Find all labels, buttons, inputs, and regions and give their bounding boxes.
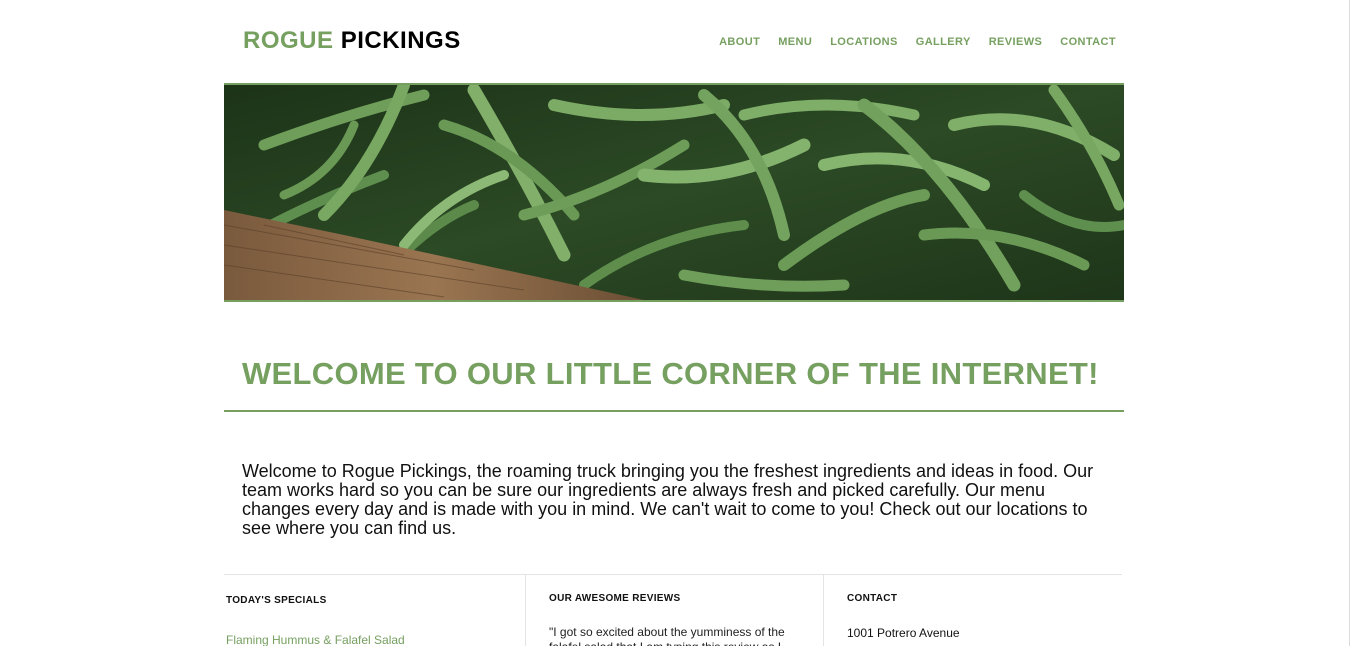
main-nav: ABOUT MENU LOCATIONS GALLERY REVIEWS CON… [719,36,1116,48]
nav-reviews[interactable]: REVIEWS [989,36,1043,48]
specials-column: TODAY'S SPECIALS Flaming Hummus & Falafe… [224,575,525,646]
green-beans-illustration [224,85,1124,300]
intro-paragraph: Welcome to Rogue Pickings, the roaming t… [242,461,1094,538]
review-quote: "I got so excited about the yumminess of… [549,625,785,646]
logo-pickings: PICKINGS [340,27,461,54]
nav-about[interactable]: ABOUT [719,36,760,48]
logo-rogue: ROGUE [243,27,334,54]
contact-address: 1001 Potrero Avenue [847,626,960,640]
reviews-column: OUR AWESOME REVIEWS "I got so excited ab… [525,575,824,646]
site-logo[interactable]: ROGUE PICKINGS [243,27,461,55]
nav-locations[interactable]: LOCATIONS [830,36,898,48]
nav-menu[interactable]: MENU [778,36,812,48]
welcome-title: WELCOME TO OUR LITTLE CORNER OF THE INTE… [242,356,1099,391]
contact-column: CONTACT 1001 Potrero Avenue [823,575,1123,646]
welcome-divider [224,410,1124,412]
contact-heading: CONTACT [847,593,898,604]
special-item-link[interactable]: Flaming Hummus & Falafel Salad [226,633,405,646]
page: ROGUE PICKINGS ABOUT MENU LOCATIONS GALL… [0,0,1350,646]
nav-gallery[interactable]: GALLERY [916,36,971,48]
nav-contact[interactable]: CONTACT [1060,36,1116,48]
specials-heading: TODAY'S SPECIALS [226,595,327,606]
hero-image [224,83,1124,302]
reviews-heading: OUR AWESOME REVIEWS [549,593,681,604]
